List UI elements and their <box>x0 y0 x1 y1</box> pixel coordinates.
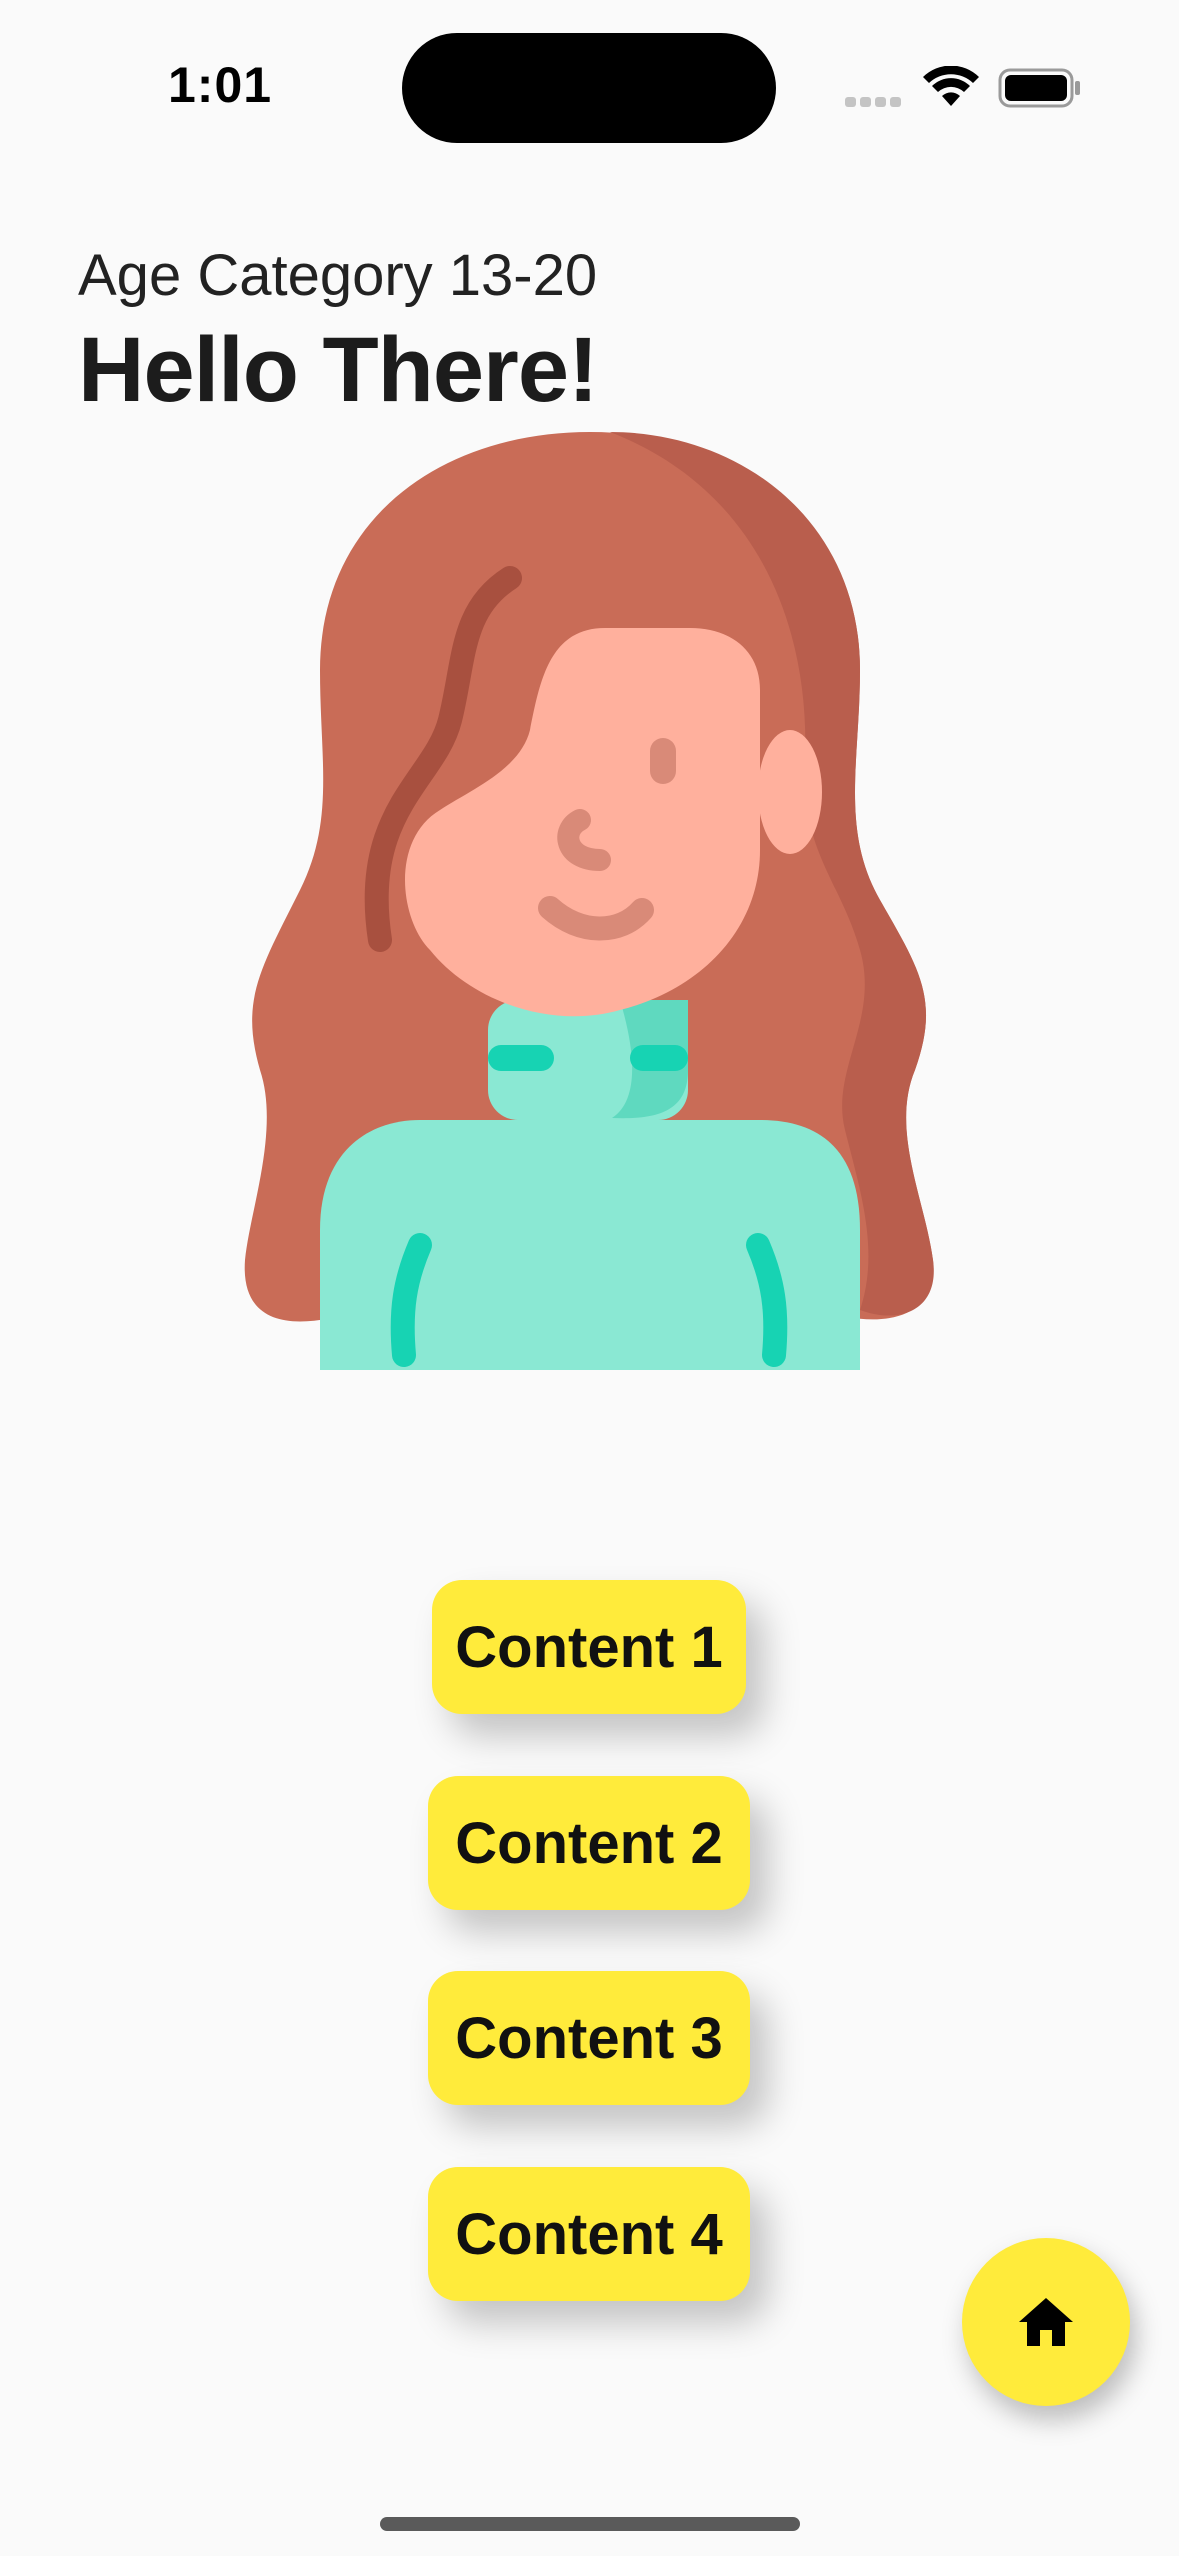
status-time: 1:01 <box>168 57 273 113</box>
age-category-label: Age Category 13-20 <box>78 243 598 308</box>
home-button[interactable] <box>962 2238 1130 2406</box>
content-1-button[interactable]: Content 1 <box>432 1580 746 1714</box>
content-3-button[interactable]: Content 3 <box>428 1971 750 2105</box>
home-indicator[interactable] <box>380 2517 800 2531</box>
dynamic-island <box>402 33 776 143</box>
content-2-button[interactable]: Content 2 <box>428 1776 750 1910</box>
home-icon <box>1019 2298 1073 2346</box>
status-bar: 1:01 <box>0 0 1179 170</box>
cellular-signal-icon <box>845 94 905 107</box>
page-title: Hello There! <box>78 319 599 421</box>
girl-avatar-icon <box>244 432 934 1370</box>
content-4-button[interactable]: Content 4 <box>428 2167 750 2301</box>
wifi-icon <box>923 66 979 106</box>
battery-icon <box>998 68 1080 108</box>
